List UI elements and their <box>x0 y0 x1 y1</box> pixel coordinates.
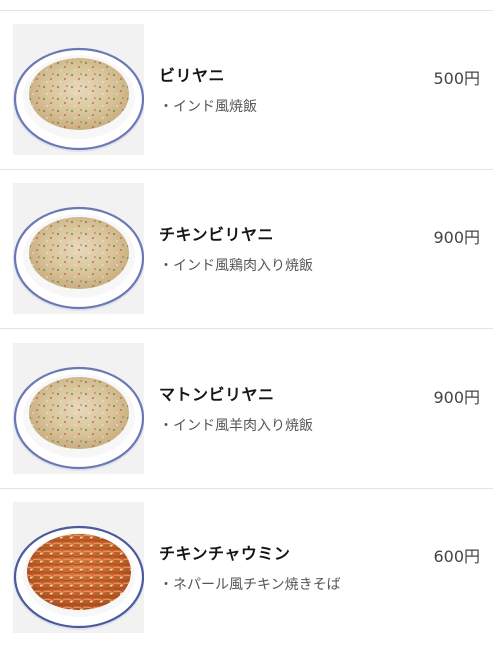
item-price: 500円 <box>433 69 480 88</box>
item-description: ・インド風鶏肉入り焼飯 <box>159 258 313 274</box>
divider <box>0 328 493 329</box>
item-price: 900円 <box>433 228 480 247</box>
item-description: ・インド風焼飯 <box>159 99 257 115</box>
mutton-biryani-plate-photo <box>13 343 144 474</box>
item-description: ・インド風羊肉入り焼飯 <box>159 418 313 434</box>
biryani-plate-photo <box>13 24 144 155</box>
item-description: ・ネパール風チキン焼きそば <box>159 577 341 593</box>
item-name: ビリヤニ <box>159 66 226 85</box>
menu-item-mutton-biryani[interactable]: マトンビリヤニ ・インド風羊肉入り焼飯 900円 <box>0 330 493 488</box>
item-name: マトンビリヤニ <box>159 385 275 404</box>
menu-item-biryani[interactable]: ビリヤニ ・インド風焼飯 500円 <box>0 11 493 169</box>
item-name: チキンチャウミン <box>159 544 291 563</box>
item-price: 900円 <box>433 388 480 407</box>
menu-item-chicken-chowmein[interactable]: チキンチャウミン ・ネパール風チキン焼きそば 600円 <box>0 489 493 647</box>
menu-item-chicken-biryani[interactable]: チキンビリヤニ ・インド風鶏肉入り焼飯 900円 <box>0 170 493 328</box>
item-price: 600円 <box>433 547 480 566</box>
chowmein-plate-photo <box>13 502 144 633</box>
item-name: チキンビリヤニ <box>159 225 275 244</box>
chicken-biryani-plate-photo <box>13 183 144 314</box>
